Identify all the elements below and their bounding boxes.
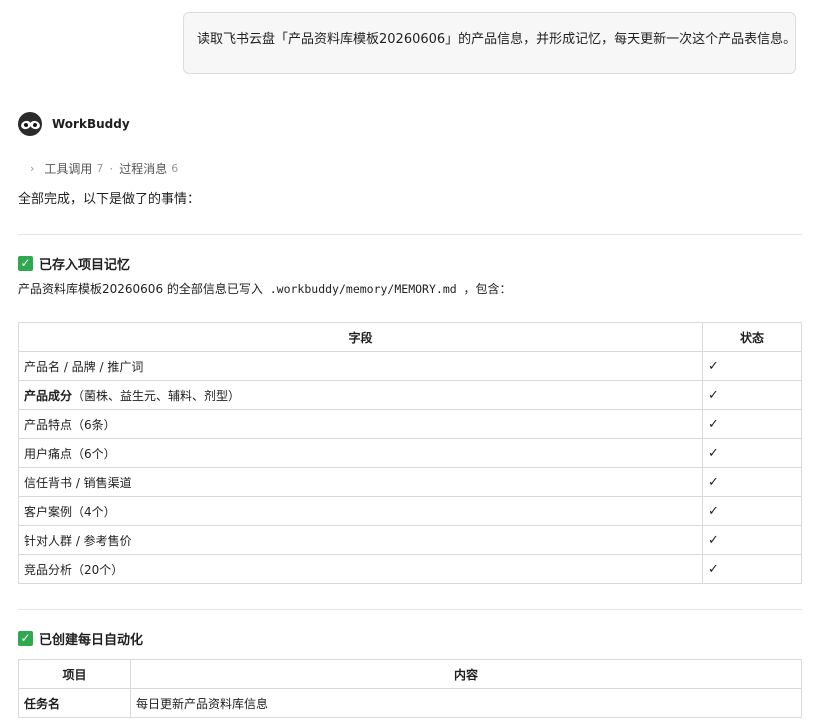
table-row: 信任背书 / 销售渠道 ✓ [18,467,802,497]
automation-table: 项目 内容 任务名 每日更新产品资料库信息 [18,659,802,718]
section-memory-title-text: 已存入项目记忆 [39,258,131,273]
assistant-intro: 全部完成，以下是做了的事情： [18,192,201,207]
tool-call-label: 工具调用 [44,162,93,176]
field-cell: 用户痛点（6个） [18,438,703,468]
table-row: 产品特点（6条） ✓ [18,409,802,439]
field-text: 信任背书 / 销售渠道 [24,475,132,490]
process-message-label: 过程消息 [119,162,168,176]
status-check: ✓ [702,380,802,410]
memory-description: 产品资料库模板20260606 的全部信息已写入 .workbuddy/memo… [18,280,512,297]
user-message-text: 读取飞书云盘「产品资料库模板20260606」的产品信息，并形成记忆，每天更新一… [197,32,796,47]
check-mark-icon: ✓ [18,256,33,271]
status-check: ✓ [702,525,802,555]
field-bold-label: 产品成分 [24,388,73,403]
status-check: ✓ [702,409,802,439]
table-row: 产品名 / 品牌 / 推广词 ✓ [18,351,802,381]
item-value: 每日更新产品资料库信息 [130,688,802,718]
table-row: 针对人群 / 参考售价 ✓ [18,525,802,555]
table-row: 用户痛点（6个） ✓ [18,438,802,468]
memory-fields-table: 字段 状态 产品名 / 品牌 / 推广词 ✓ 产品成分（菌株、益生元、辅料、剂型） ✓… [18,322,802,584]
assistant-header: WorkBuddy [18,112,130,136]
section-memory-title: ✓ 已存入项目记忆 [18,254,130,273]
memory-file-path: .workbuddy/memory/MEMORY.md [269,282,457,296]
field-text: 针对人群 / 参考售价 [24,533,132,548]
divider [18,234,802,235]
field-text: 产品名 / 品牌 / 推广词 [24,359,144,374]
status-check: ✓ [702,351,802,381]
field-text: 产品特点（6条） [24,417,116,432]
section-automation-title-text: 已创建每日自动化 [39,633,144,648]
table-row: 客户案例（4个） ✓ [18,496,802,526]
status-check: ✓ [702,467,802,497]
status-check: ✓ [702,438,802,468]
field-text: 用户痛点（6个） [24,446,116,461]
chevron-right-icon: › [30,162,35,175]
field-cell: 信任背书 / 销售渠道 [18,467,703,497]
section-automation-title: ✓ 已创建每日自动化 [18,629,143,648]
table-header-field: 字段 [18,322,703,352]
assistant-name: WorkBuddy [52,117,130,131]
table-header-item: 项目 [18,659,131,689]
check-mark-icon: ✓ [18,631,33,646]
tool-summary-toggle[interactable]: › 工具调用 7 · 过程消息 6 [30,160,178,177]
field-cell: 竞品分析（20个） [18,554,703,584]
field-cell: 客户案例（4个） [18,496,703,526]
memory-desc-suffix: ，包含： [463,282,512,296]
table-row: 任务名 每日更新产品资料库信息 [18,688,802,718]
table-row: 产品成分（菌株、益生元、辅料、剂型） ✓ [18,380,802,410]
item-label: 任务名 [18,688,131,718]
status-check: ✓ [702,554,802,584]
field-text: 竞品分析（20个） [24,562,124,577]
field-cell: 产品成分（菌株、益生元、辅料、剂型） [18,380,703,410]
table-row: 竞品分析（20个） ✓ [18,554,802,584]
table-header-content: 内容 [130,659,802,689]
memory-desc-prefix: 产品资料库模板20260606 的全部信息已写入 [18,282,263,296]
avatar [18,112,42,136]
separator-dot: · [109,161,114,176]
field-text: 客户案例（4个） [24,504,116,519]
field-text: （菌株、益生元、辅料、剂型） [72,388,241,403]
process-message-count: 6 [171,162,179,175]
field-cell: 产品名 / 品牌 / 推广词 [18,351,703,381]
user-message-bubble: 读取飞书云盘「产品资料库模板20260606」的产品信息，并形成记忆，每天更新一… [183,12,796,74]
table-header-status: 状态 [702,322,802,352]
field-cell: 产品特点（6条） [18,409,703,439]
field-cell: 针对人群 / 参考售价 [18,525,703,555]
divider [18,609,802,610]
status-check: ✓ [702,496,802,526]
tool-call-count: 7 [96,162,104,175]
